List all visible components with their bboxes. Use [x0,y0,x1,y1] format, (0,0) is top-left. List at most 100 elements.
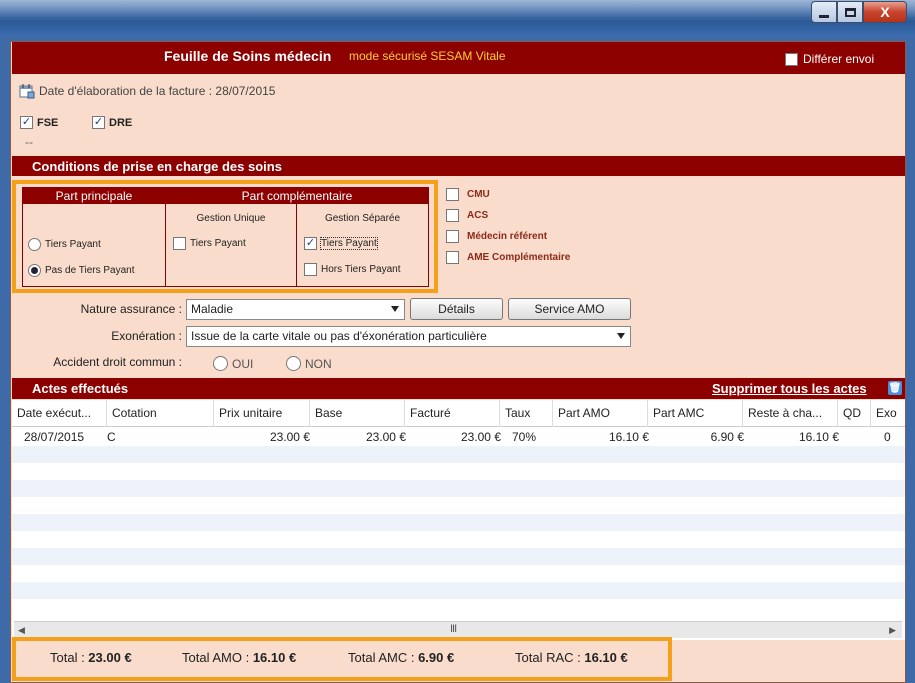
radio-label: Tiers Payant [45,239,101,250]
delete-all-link[interactable]: Supprimer tous les actes [712,381,867,396]
checkbox-label: ACS [467,210,489,221]
scroll-thumb[interactable]: III [450,623,457,635]
part-principale-title: Part principale [23,188,165,204]
checkbox-box[interactable] [173,237,186,250]
total-value: 16.10 € [584,650,628,665]
column-header[interactable]: Part AMC [648,400,743,427]
checkbox-box[interactable]: ✓ [92,116,105,129]
horizontal-scrollbar[interactable]: ◀ III ▶ [14,621,902,638]
gs-tiers-payant-checkbox[interactable]: ✓ Tiers Payant [304,237,378,250]
column-header[interactable]: Cotation [107,400,214,427]
checkbox-box[interactable]: ✓ [304,237,317,250]
checkbox-box[interactable] [785,52,798,66]
scroll-right-icon[interactable]: ▶ [889,625,896,636]
cmu-checkbox[interactable]: CMU [446,188,490,201]
gestion-unique: Gestion Unique Tiers Payant [166,204,297,286]
ame-complementaire-checkbox[interactable]: AME Complémentaire [446,251,570,264]
scroll-left-icon[interactable]: ◀ [18,625,25,636]
total-value: 16.10 € [252,650,297,665]
total-value: 6.90 € [418,650,455,665]
coverage-table: Part principale Tiers Payant Pas de Tier… [22,187,429,287]
cell-facture: 23.00 € [460,430,501,444]
column-header[interactable]: Prix unitaire [214,400,310,427]
table-row[interactable]: 28/07/2015 C 23.00 € 23.00 € 23.00 € 70%… [12,428,905,446]
cell-prix: 23.00 € [269,430,310,444]
minimize-button[interactable] [811,1,837,23]
chevron-down-icon [617,333,625,339]
section-conditions: Conditions de prise en charge des soins [12,156,905,176]
radio-tiers-payant[interactable]: Tiers Payant [28,238,101,251]
table-row [12,582,905,599]
table-row [12,446,905,463]
total-amo: Total AMO : 16.10 € [182,650,296,665]
gestion-unique-title: Gestion Unique [196,213,266,224]
radio-button[interactable] [28,264,41,277]
fse-checkbox[interactable]: ✓ FSE [20,116,58,129]
column-header[interactable]: Date exécut... [12,400,107,427]
table-row [12,480,905,497]
section-title: Conditions de prise en charge des soins [32,159,282,174]
exoneration-label: Exonération : [111,329,182,343]
minimize-icon [819,14,829,18]
total-label: Total AMO : [182,650,253,665]
radio-button[interactable] [28,238,41,251]
part-complementaire-title: Part complémentaire [166,188,428,204]
column-header[interactable]: Taux [500,400,553,427]
radio-pas-de-tiers-payant[interactable]: Pas de Tiers Payant [28,264,135,277]
gs-hors-tiers-payant-checkbox[interactable]: Hors Tiers Payant [304,263,400,276]
column-header[interactable]: Part AMO [553,400,648,427]
table-row [12,548,905,565]
window-titlebar: X [0,0,915,36]
table-row [12,514,905,531]
checkbox-box[interactable] [446,209,459,222]
checkbox-box[interactable] [446,230,459,243]
cell-cotation: C [107,430,116,444]
checkbox-label: Hors Tiers Payant [321,264,401,275]
table-header: Date exécut... Cotation Prix unitaire Ba… [12,400,905,427]
accident-label: Accident droit commun : [53,355,182,369]
gu-tiers-payant-checkbox[interactable]: Tiers Payant [173,237,246,250]
column-header[interactable]: Base [310,400,405,427]
medecin-referent-checkbox[interactable]: Médecin référent [446,230,547,243]
exoneration-select[interactable]: Issue de la carte vitale ou pas d'éxonér… [186,326,631,347]
details-button[interactable]: Détails [410,298,503,320]
total-rac: Total RAC : 16.10 € [515,650,628,665]
column-header[interactable]: Facturé [405,400,500,427]
section-title: Actes effectués [32,381,129,396]
form-header: Feuille de Soins médecin mode sécurisé S… [12,42,905,74]
close-button[interactable]: X [863,1,907,23]
checkbox-box[interactable] [304,263,317,276]
cell-base: 23.00 € [365,430,406,444]
cell-taux: 70% [512,430,537,444]
section-actes: Actes effectués Supprimer tous les actes… [12,378,905,399]
nature-assurance-select[interactable]: Maladie [186,299,405,320]
differer-label: Différer envoi [803,52,875,66]
dashes: -- [25,135,33,149]
close-icon: X [880,4,890,20]
total-value: 23.00 € [88,650,132,665]
accident-oui-radio[interactable]: OUI [213,356,253,371]
dre-checkbox[interactable]: ✓ DRE [92,116,132,129]
checkbox-box[interactable] [446,188,459,201]
checkbox-box[interactable] [446,251,459,264]
acs-checkbox[interactable]: ACS [446,209,488,222]
maximize-button[interactable] [837,1,863,23]
column-header[interactable]: QD [838,400,871,427]
differer-envoi-checkbox[interactable]: Différer envoi [785,52,874,66]
cell-part-amc: 6.90 € [710,430,744,444]
checkbox-label: Tiers Payant [190,238,246,249]
column-header[interactable]: Reste à cha... [743,400,838,427]
service-amo-button[interactable]: Service AMO [508,298,631,320]
calendar-icon [19,84,35,99]
radio-label: OUI [232,356,254,371]
part-principale: Part principale Tiers Payant Pas de Tier… [23,188,166,286]
accident-non-radio[interactable]: NON [286,356,332,371]
radio-button[interactable] [213,356,228,371]
cell-part-amo: 16.10 € [608,430,649,444]
mode-label: mode sécurisé SESAM Vitale [349,49,506,63]
checkbox-box[interactable]: ✓ [20,116,33,129]
radio-button[interactable] [286,356,301,371]
gestion-separee: Gestion Séparée ✓ Tiers Payant Hors Tier… [297,204,428,286]
trash-icon[interactable]: 🗑 [888,381,902,395]
column-header[interactable]: Exo [871,400,905,427]
